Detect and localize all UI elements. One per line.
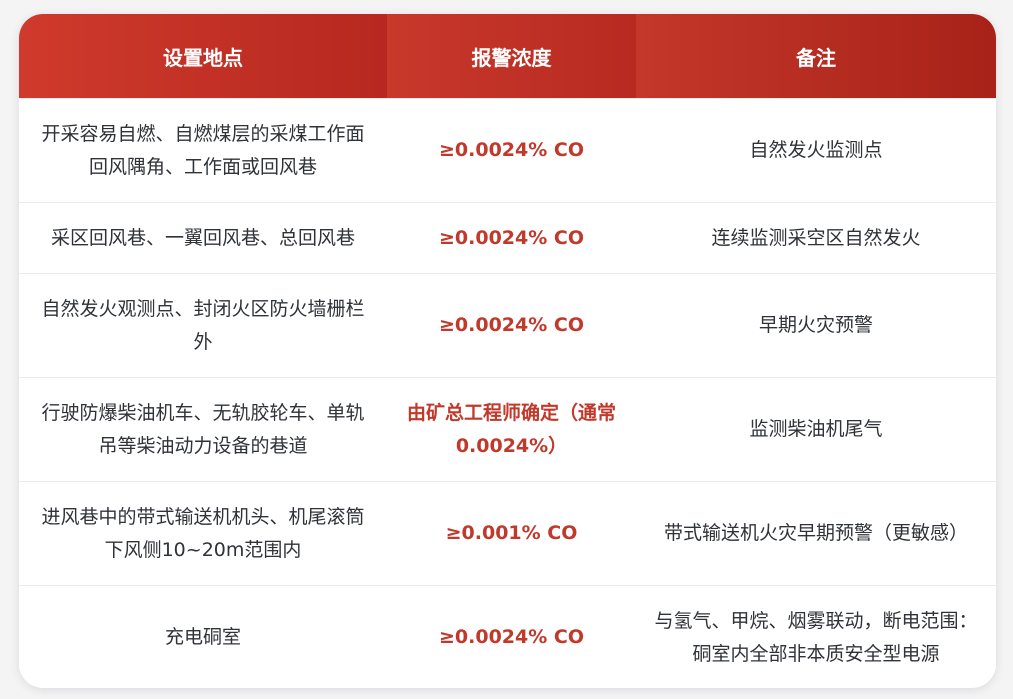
table-row: 采区回风巷、一翼回风巷、总回风巷 ≥0.0024% CO 连续监测采空区自然发火 bbox=[19, 202, 996, 274]
cell-note: 连续监测采空区自然发火 bbox=[636, 202, 996, 274]
cell-concentration: ≥0.0024% CO bbox=[387, 98, 636, 203]
cell-concentration: ≥0.0024% CO bbox=[387, 273, 636, 378]
cell-concentration: ≥0.0024% CO bbox=[387, 202, 636, 274]
cell-location: 进风巷中的带式输送机机头、机尾滚筒下风侧10~20m范围内 bbox=[19, 481, 387, 586]
header-row: 设置地点 报警浓度 备注 bbox=[19, 14, 996, 99]
cell-location: 行驶防爆柴油机车、无轨胶轮车、单轨吊等柴油动力设备的巷道 bbox=[19, 377, 387, 482]
column-header-location: 设置地点 bbox=[19, 14, 387, 99]
co-alarm-table: 设置地点 报警浓度 备注 开采容易自燃、自燃煤层的采煤工作面回风隅角、工作面或回… bbox=[19, 14, 996, 688]
column-header-note: 备注 bbox=[636, 14, 996, 99]
cell-location: 采区回风巷、一翼回风巷、总回风巷 bbox=[19, 202, 387, 274]
cell-note: 早期火灾预警 bbox=[636, 273, 996, 378]
table-row: 行驶防爆柴油机车、无轨胶轮车、单轨吊等柴油动力设备的巷道 由矿总工程师确定（通常… bbox=[19, 377, 996, 482]
cell-location: 开采容易自燃、自燃煤层的采煤工作面回风隅角、工作面或回风巷 bbox=[19, 98, 387, 203]
cell-note: 与氢气、甲烷、烟雾联动，断电范围：硐室内全部非本质安全型电源 bbox=[636, 585, 996, 688]
alarm-settings-table-card: 设置地点 报警浓度 备注 开采容易自燃、自燃煤层的采煤工作面回风隅角、工作面或回… bbox=[19, 14, 996, 688]
table-row: 进风巷中的带式输送机机头、机尾滚筒下风侧10~20m范围内 ≥0.001% CO… bbox=[19, 481, 996, 586]
table-body: 开采容易自燃、自燃煤层的采煤工作面回风隅角、工作面或回风巷 ≥0.0024% C… bbox=[19, 98, 996, 688]
table-header: 设置地点 报警浓度 备注 bbox=[19, 14, 996, 99]
cell-note: 带式输送机火灾早期预警（更敏感） bbox=[636, 481, 996, 586]
column-header-concentration: 报警浓度 bbox=[387, 14, 636, 99]
cell-location: 充电硐室 bbox=[19, 585, 387, 688]
cell-concentration: ≥0.001% CO bbox=[387, 481, 636, 586]
cell-note: 监测柴油机尾气 bbox=[636, 377, 996, 482]
table-row: 自然发火观测点、封闭火区防火墙栅栏外 ≥0.0024% CO 早期火灾预警 bbox=[19, 273, 996, 378]
table-row: 开采容易自燃、自燃煤层的采煤工作面回风隅角、工作面或回风巷 ≥0.0024% C… bbox=[19, 98, 996, 203]
cell-note: 自然发火监测点 bbox=[636, 98, 996, 203]
cell-concentration: ≥0.0024% CO bbox=[387, 585, 636, 688]
cell-concentration: 由矿总工程师确定（通常0.0024%） bbox=[387, 377, 636, 482]
table-row: 充电硐室 ≥0.0024% CO 与氢气、甲烷、烟雾联动，断电范围：硐室内全部非… bbox=[19, 585, 996, 688]
cell-location: 自然发火观测点、封闭火区防火墙栅栏外 bbox=[19, 273, 387, 378]
